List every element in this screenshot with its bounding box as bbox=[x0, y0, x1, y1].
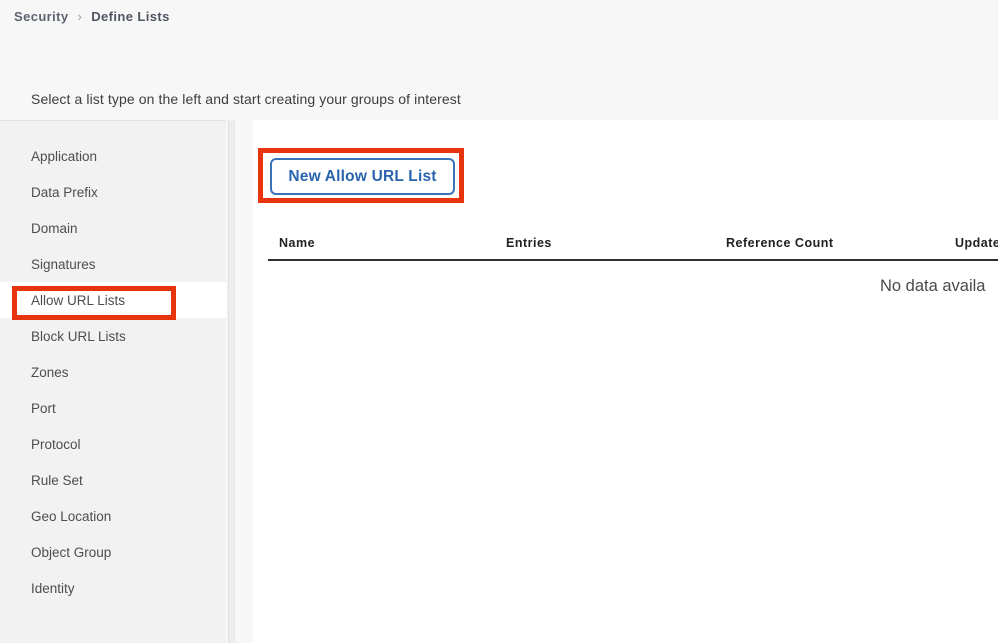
sidebar-item-label: Signatures bbox=[31, 256, 96, 272]
sidebar-item-label: Identity bbox=[31, 580, 75, 596]
chevron-right-icon: › bbox=[77, 8, 83, 24]
sidebar-item-label: Application bbox=[31, 148, 98, 164]
sidebar-item-port[interactable]: Port bbox=[0, 390, 226, 426]
sidebar-item-data-prefix[interactable]: Data Prefix bbox=[0, 174, 226, 210]
sidebar-item-label: Block URL Lists bbox=[31, 328, 126, 344]
sidebar-item-label: Zones bbox=[31, 364, 69, 380]
table-column-header-name[interactable]: Name bbox=[279, 236, 315, 250]
table-empty-row: No data availa bbox=[268, 261, 998, 317]
sidebar-item-application[interactable]: Application bbox=[0, 138, 226, 174]
sidebar-item-protocol[interactable]: Protocol bbox=[0, 426, 226, 462]
sidebar-item-label: Port bbox=[31, 400, 56, 416]
page-subtitle: Select a list type on the left and start… bbox=[31, 91, 461, 107]
new-allow-url-list-button[interactable]: New Allow URL List bbox=[270, 158, 455, 195]
sidebar-item-label: Data Prefix bbox=[31, 184, 98, 200]
sidebar-list: Application Data Prefix Domain Signature… bbox=[0, 121, 226, 606]
allow-url-lists-table: Name Entries Reference Count Update No d… bbox=[268, 232, 998, 317]
sidebar-item-object-group[interactable]: Object Group bbox=[0, 534, 226, 570]
breadcrumb-item-security[interactable]: Security bbox=[14, 9, 69, 24]
table-column-header-entries[interactable]: Entries bbox=[506, 236, 552, 250]
sidebar-item-signatures[interactable]: Signatures bbox=[0, 246, 226, 282]
sidebar-scrollbar[interactable] bbox=[228, 120, 235, 643]
sidebar-item-label: Geo Location bbox=[31, 508, 112, 524]
table-column-header-updated[interactable]: Update bbox=[955, 236, 998, 250]
sidebar-scrollbar-thumb[interactable] bbox=[229, 120, 234, 643]
sidebar-item-geo-location[interactable]: Geo Location bbox=[0, 498, 226, 534]
sidebar-item-label: Domain bbox=[31, 220, 78, 236]
sidebar-item-allow-url-lists[interactable]: Allow URL Lists bbox=[0, 282, 226, 318]
sidebar-item-rule-set[interactable]: Rule Set bbox=[0, 462, 226, 498]
breadcrumb-item-define-lists: Define Lists bbox=[91, 8, 170, 24]
content-panel: New Allow URL List Name Entries Referenc… bbox=[253, 120, 998, 643]
sidebar-item-label: Object Group bbox=[31, 544, 112, 560]
table-header-row: Name Entries Reference Count Update bbox=[268, 232, 998, 261]
sidebar-item-identity[interactable]: Identity bbox=[0, 570, 226, 606]
list-type-sidebar: Application Data Prefix Domain Signature… bbox=[0, 120, 226, 643]
sidebar-item-label: Rule Set bbox=[31, 472, 83, 488]
table-column-header-reference-count[interactable]: Reference Count bbox=[726, 236, 834, 250]
sidebar-item-label: Protocol bbox=[31, 436, 81, 452]
sidebar-item-label: Allow URL Lists bbox=[31, 292, 126, 308]
sidebar-item-block-url-lists[interactable]: Block URL Lists bbox=[0, 318, 226, 354]
sidebar-item-domain[interactable]: Domain bbox=[0, 210, 226, 246]
breadcrumb: Security › Define Lists bbox=[14, 5, 170, 27]
sidebar-item-zones[interactable]: Zones bbox=[0, 354, 226, 390]
table-empty-message: No data availa bbox=[880, 277, 986, 295]
